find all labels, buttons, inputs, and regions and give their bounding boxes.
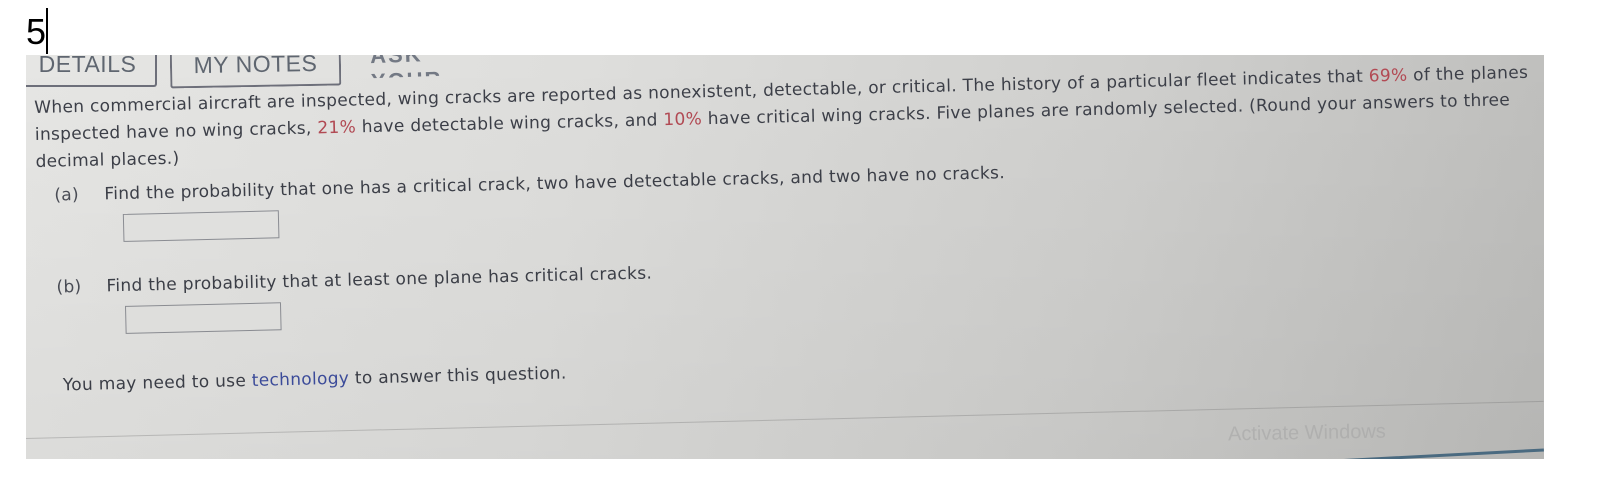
pct-detectable: 21%: [317, 117, 357, 139]
part-b-label: (b): [56, 276, 82, 298]
technology-link[interactable]: technology: [252, 369, 350, 391]
tab-details[interactable]: DETAILS: [26, 55, 157, 87]
pct-critical: 10%: [663, 109, 703, 131]
question-number: 5: [26, 11, 47, 52]
part-b-answer-input[interactable]: [124, 302, 282, 334]
tab-my-notes[interactable]: MY NOTES: [169, 55, 342, 89]
question-content: When commercial aircraft are inspected, …: [34, 60, 1541, 396]
part-a-label: (a): [54, 184, 80, 206]
technology-note: You may need to use technology to answer…: [41, 341, 1541, 396]
stem-text-3: have detectable wing cracks, and: [355, 110, 664, 138]
part-b: (b) Find the probability that at least on…: [38, 243, 1539, 336]
note-text-1: You may need to use: [62, 370, 253, 396]
activate-windows-watermark: Activate Windows: [1227, 420, 1387, 446]
button-edge: [1334, 448, 1544, 459]
page: 5 DETAILS MY NOTES ASK YOUR TEACHER When…: [0, 0, 1598, 504]
part-b-text: Find the probability that at least one p…: [106, 263, 653, 297]
pct-no-cracks: 69%: [1368, 65, 1408, 87]
part-a-answer-input[interactable]: [122, 210, 280, 242]
note-text-2: to answer this question.: [348, 363, 567, 389]
text-cursor: [46, 8, 48, 54]
question-panel: DETAILS MY NOTES ASK YOUR TEACHER When c…: [26, 55, 1544, 459]
